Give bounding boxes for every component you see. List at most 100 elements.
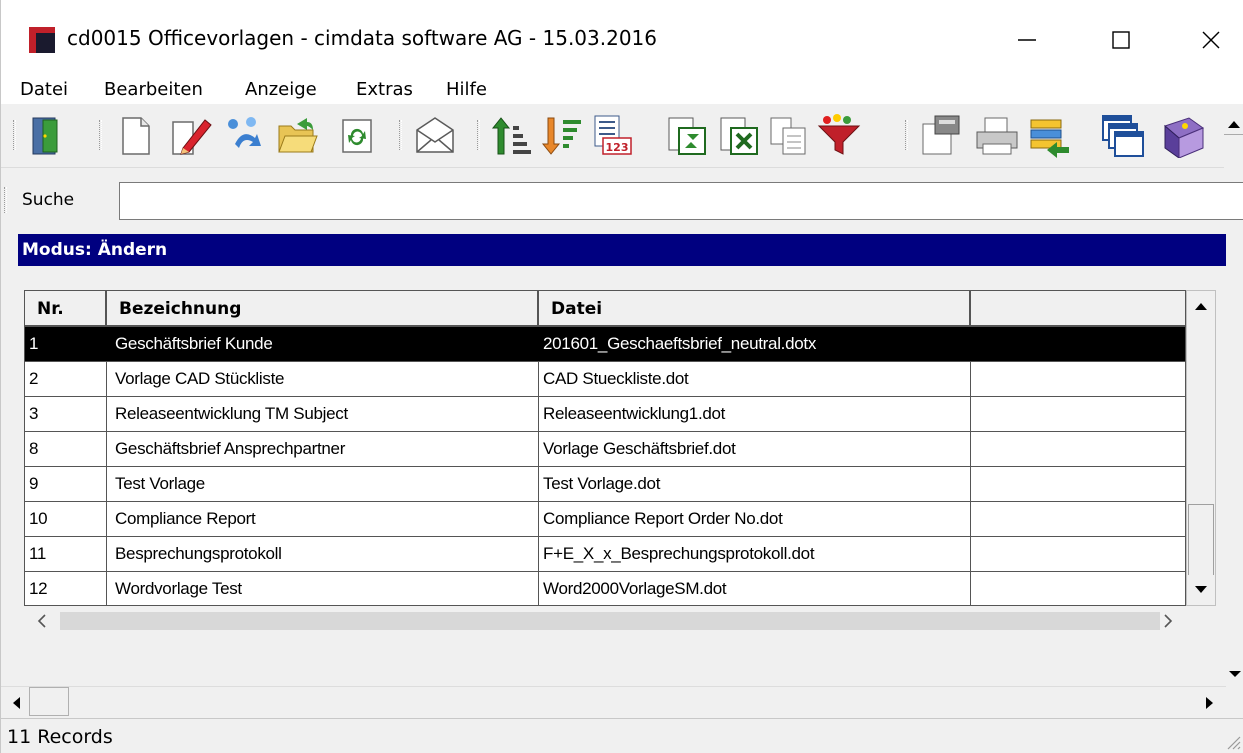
- book-icon[interactable]: [1161, 114, 1205, 158]
- menu-bearbeiten[interactable]: Bearbeiten: [104, 79, 203, 100]
- outer-horizontal-scrollbar[interactable]: [1, 686, 1226, 716]
- export-word-icon[interactable]: [665, 114, 709, 158]
- close-button[interactable]: [1181, 18, 1241, 62]
- cell-extra: [971, 467, 1185, 501]
- record-count: 11 Records: [7, 726, 113, 748]
- sort-descending-icon[interactable]: [541, 114, 585, 158]
- outer-scroll-thumb[interactable]: [29, 687, 69, 716]
- duplicate-pages-icon[interactable]: [767, 114, 811, 158]
- cell-nr: 10: [25, 502, 107, 536]
- mode-label: Modus: Ändern: [22, 240, 168, 260]
- cell-datei: F+E_X_x_Besprechungsprotokoll.dot: [539, 537, 971, 571]
- cell-datei: Compliance Report Order No.dot: [539, 502, 971, 536]
- menu-extras[interactable]: Extras: [356, 79, 413, 100]
- calendar-123-icon[interactable]: 123: [591, 114, 635, 158]
- templates-table: Nr. Bezeichnung Datei 1 Geschäftsbrief K…: [24, 290, 1186, 606]
- table-vertical-scrollbar[interactable]: [1186, 290, 1216, 606]
- cell-extra: [971, 537, 1185, 571]
- cell-bezeichnung: Compliance Report: [107, 502, 539, 536]
- scroll-thumb[interactable]: [1188, 504, 1214, 582]
- app-logo-icon: [29, 27, 55, 53]
- copy-molecule-icon[interactable]: [221, 114, 265, 158]
- cell-nr: 9: [25, 467, 107, 501]
- filter-funnel-icon[interactable]: [817, 114, 861, 158]
- table-row[interactable]: 2 Vorlage CAD Stückliste CAD Stueckliste…: [25, 362, 1185, 397]
- cell-extra: [971, 432, 1185, 466]
- column-header-bezeichnung[interactable]: Bezeichnung: [107, 291, 539, 327]
- table-row[interactable]: 12 Wordvorlage Test Word2000VorlageSM.do…: [25, 572, 1185, 605]
- windows-icon[interactable]: [1101, 114, 1145, 158]
- toolbar-separator: [399, 120, 402, 150]
- cell-extra: [971, 572, 1185, 605]
- mail-envelope-icon[interactable]: [413, 114, 457, 158]
- toolbar-scrollbar[interactable]: [1224, 104, 1243, 184]
- table-row[interactable]: 3 Releaseentwicklung TM Subject Releasee…: [25, 397, 1185, 432]
- cell-bezeichnung: Releaseentwicklung TM Subject: [107, 397, 539, 431]
- toolbar-separator: [13, 120, 16, 150]
- cell-nr: 8: [25, 432, 107, 466]
- column-header-empty[interactable]: [971, 291, 1185, 327]
- cell-extra: [971, 502, 1185, 536]
- scroll-down-button[interactable]: [1187, 575, 1215, 605]
- transfer-icon[interactable]: [1027, 114, 1071, 158]
- toolbar-separator: [99, 120, 102, 150]
- column-header-datei[interactable]: Datei: [539, 291, 971, 327]
- scroll-right-arrow-icon[interactable]: [1201, 695, 1217, 711]
- menu-datei[interactable]: Datei: [20, 79, 68, 100]
- print-icon[interactable]: [975, 114, 1019, 158]
- cell-nr: 3: [25, 397, 107, 431]
- table-row[interactable]: 1 Geschäftsbrief Kunde 201601_Geschaefts…: [25, 327, 1185, 362]
- minimize-icon: [1018, 39, 1036, 41]
- menu-anzeige[interactable]: Anzeige: [245, 79, 317, 100]
- title-bar: cd0015 Officevorlagen - cimdata software…: [1, 0, 1243, 76]
- refresh-icon[interactable]: [335, 114, 379, 158]
- cell-datei: 201601_Geschaeftsbrief_neutral.dotx: [539, 327, 971, 361]
- cell-bezeichnung: Besprechungsprotokoll: [107, 537, 539, 571]
- table-row[interactable]: 10 Compliance Report Compliance Report O…: [25, 502, 1185, 537]
- export-excel-icon[interactable]: [717, 114, 761, 158]
- cell-datei: CAD Stueckliste.dot: [539, 362, 971, 396]
- new-document-icon[interactable]: [113, 114, 157, 158]
- toolbar: 123: [1, 104, 1243, 168]
- app-window: cd0015 Officevorlagen - cimdata software…: [0, 0, 1243, 753]
- cell-datei: Word2000VorlageSM.dot: [539, 572, 971, 605]
- scroll-down-arrow-icon: [1229, 671, 1241, 677]
- scroll-right-arrow-icon[interactable]: [1158, 611, 1178, 631]
- cell-bezeichnung: Vorlage CAD Stückliste: [107, 362, 539, 396]
- close-icon: [1202, 31, 1220, 49]
- scroll-up-arrow-icon[interactable]: [1224, 114, 1243, 134]
- status-bar: 11 Records: [1, 718, 1243, 753]
- cell-nr: 11: [25, 537, 107, 571]
- maximize-icon: [1112, 31, 1130, 49]
- window-title: cd0015 Officevorlagen - cimdata software…: [67, 26, 657, 50]
- outer-scroll-down-button[interactable]: [1226, 660, 1243, 688]
- maximize-button[interactable]: [1091, 18, 1151, 62]
- column-header-nr[interactable]: Nr.: [25, 291, 107, 327]
- table-row[interactable]: 9 Test Vorlage Test Vorlage.dot: [25, 467, 1185, 502]
- scroll-down-arrow-icon: [1195, 586, 1207, 593]
- cell-datei: Releaseentwicklung1.dot: [539, 397, 971, 431]
- cell-datei: Test Vorlage.dot: [539, 467, 971, 501]
- search-input[interactable]: [119, 182, 1243, 220]
- horizontal-scroll-thumb[interactable]: [60, 612, 1160, 630]
- open-folder-icon[interactable]: [275, 114, 319, 158]
- scroll-up-arrow-icon: [1195, 303, 1207, 310]
- mode-bar: Modus: Ändern: [18, 234, 1226, 266]
- exit-door-icon[interactable]: [25, 114, 69, 158]
- menu-hilfe[interactable]: Hilfe: [446, 79, 487, 100]
- toolbar-separator: [477, 120, 480, 150]
- minimize-button[interactable]: [997, 18, 1057, 62]
- properties-icon[interactable]: [919, 114, 963, 158]
- sort-ascending-icon[interactable]: [491, 114, 535, 158]
- table-horizontal-scrollbar[interactable]: [24, 606, 1186, 636]
- scroll-left-arrow-icon[interactable]: [9, 695, 25, 711]
- toolbar-separator: [4, 187, 7, 213]
- edit-pencil-icon[interactable]: [169, 114, 213, 158]
- table-row[interactable]: 8 Geschäftsbrief Ansprechpartner Vorlage…: [25, 432, 1185, 467]
- scroll-left-arrow-icon[interactable]: [32, 611, 52, 631]
- cell-bezeichnung: Test Vorlage: [107, 467, 539, 501]
- cell-bezeichnung: Wordvorlage Test: [107, 572, 539, 605]
- scroll-up-button[interactable]: [1187, 291, 1215, 321]
- resize-grip-icon[interactable]: [1222, 731, 1242, 751]
- table-row[interactable]: 11 Besprechungsprotokoll F+E_X_x_Besprec…: [25, 537, 1185, 572]
